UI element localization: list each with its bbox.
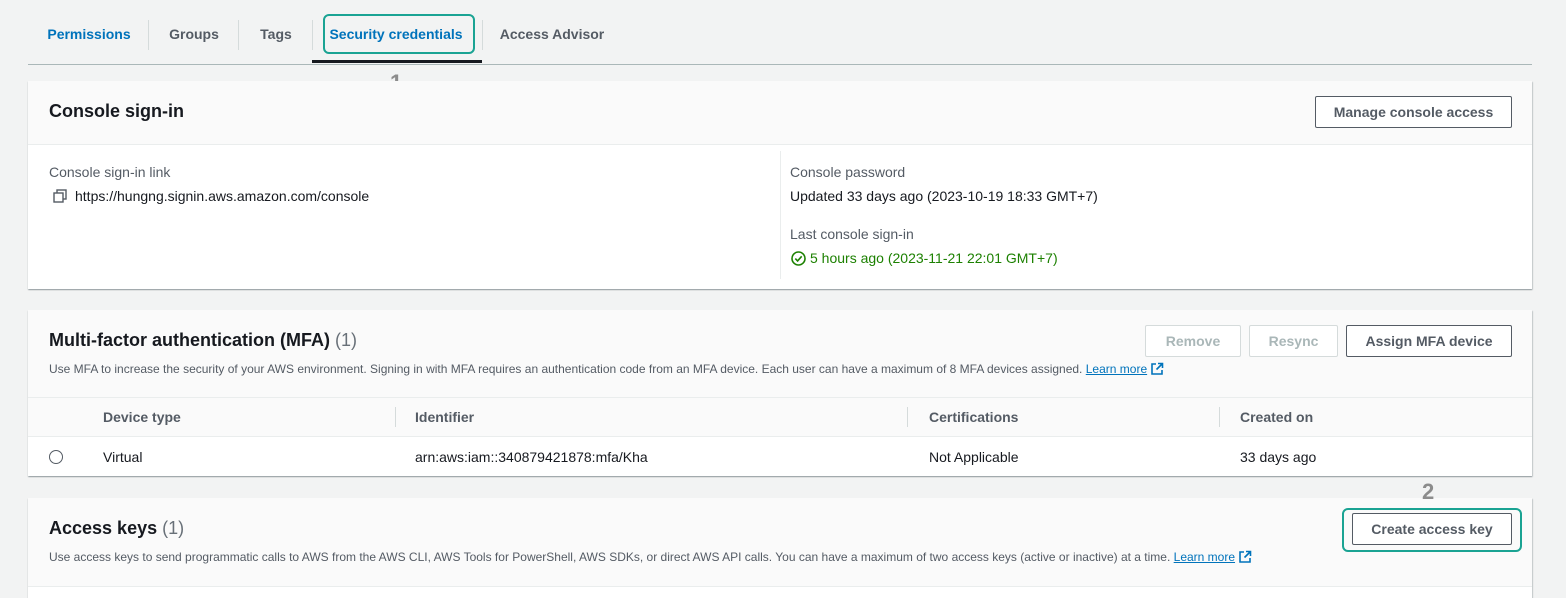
column-identifier[interactable]: Identifier xyxy=(415,409,474,425)
cell-created-on: 33 days ago xyxy=(1240,449,1317,465)
manage-console-access-button[interactable]: Manage console access xyxy=(1315,96,1512,128)
mfa-title-text: Multi-factor authentication (MFA) xyxy=(49,330,330,350)
mfa-panel: Multi-factor authentication (MFA) (1) Re… xyxy=(28,310,1532,476)
console-signin-header: Console sign-in Manage console access xyxy=(28,81,1532,145)
mfa-header: Multi-factor authentication (MFA) (1) Re… xyxy=(28,310,1532,398)
remove-button[interactable]: Remove xyxy=(1145,325,1241,357)
access-keys-header: Access keys (1) Create access key Use ac… xyxy=(28,498,1532,587)
last-signin-label: Last console sign-in xyxy=(790,226,914,242)
console-password-value: Updated 33 days ago (2023-10-19 18:33 GM… xyxy=(790,188,1098,204)
column-divider xyxy=(1219,407,1220,427)
mfa-learn-more-link[interactable]: Learn more xyxy=(1086,362,1147,376)
external-link-icon[interactable] xyxy=(1238,550,1252,567)
mfa-description: Use MFA to increase the security of your… xyxy=(49,362,1164,379)
highlight-security-credentials xyxy=(323,14,475,54)
row-select-radio[interactable] xyxy=(49,450,63,464)
access-keys-learn-more-link[interactable]: Learn more xyxy=(1174,550,1235,564)
mfa-table-header: Device type Identifier Certifications Cr… xyxy=(28,398,1532,437)
table-row[interactable]: Virtual arn:aws:iam::340879421878:mfa/Kh… xyxy=(28,437,1532,476)
tab-access-advisor[interactable]: Access Advisor xyxy=(492,14,612,54)
last-signin-value: 5 hours ago (2023-11-21 22:01 GMT+7) xyxy=(810,250,1058,266)
console-signin-panel: Console sign-in Manage console access Co… xyxy=(28,81,1532,289)
mfa-title: Multi-factor authentication (MFA) (1) xyxy=(49,330,357,351)
tab-divider xyxy=(312,20,313,50)
cell-identifier: arn:aws:iam::340879421878:mfa/Kha xyxy=(415,449,648,465)
active-tab-indicator xyxy=(312,60,482,63)
access-keys-count: (1) xyxy=(162,518,185,538)
cell-certifications: Not Applicable xyxy=(929,449,1019,465)
cell-device-type: Virtual xyxy=(103,449,143,465)
access-keys-description-text: Use access keys to send programmatic cal… xyxy=(49,550,1171,564)
column-divider xyxy=(780,151,781,279)
assign-mfa-device-button[interactable]: Assign MFA device xyxy=(1346,325,1512,357)
column-divider xyxy=(395,407,396,427)
tab-tags[interactable]: Tags xyxy=(250,14,302,54)
column-divider xyxy=(907,407,908,427)
console-signin-title: Console sign-in xyxy=(49,101,184,121)
access-keys-panel: Access keys (1) Create access key Use ac… xyxy=(28,498,1532,598)
signin-link-label: Console sign-in link xyxy=(49,164,171,180)
external-link-icon[interactable] xyxy=(1150,362,1164,379)
console-password-label: Console password xyxy=(790,164,906,180)
tab-divider xyxy=(238,20,239,50)
tab-groups[interactable]: Groups xyxy=(160,14,228,54)
tab-divider xyxy=(482,20,483,50)
column-device-type[interactable]: Device type xyxy=(103,409,181,425)
tab-permissions[interactable]: Permissions xyxy=(40,14,138,54)
resync-button[interactable]: Resync xyxy=(1249,325,1338,357)
copy-icon[interactable] xyxy=(53,189,67,208)
mfa-description-text: Use MFA to increase the security of your… xyxy=(49,362,1083,376)
access-keys-description: Use access keys to send programmatic cal… xyxy=(49,550,1252,567)
step-annotation-2: 2 xyxy=(1422,479,1435,504)
column-created-on[interactable]: Created on xyxy=(1240,409,1313,425)
access-keys-title-text: Access keys xyxy=(49,518,158,538)
mfa-count: (1) xyxy=(335,330,357,350)
success-check-icon xyxy=(791,251,806,271)
column-certifications[interactable]: Certifications xyxy=(929,409,1018,425)
highlight-create-access-key xyxy=(1342,508,1522,552)
signin-link-value: https://hungng.signin.aws.amazon.com/con… xyxy=(75,188,370,204)
tab-bar: Permissions Groups Tags Security credent… xyxy=(28,0,1532,65)
access-keys-title: Access keys (1) xyxy=(49,518,184,539)
tab-divider xyxy=(148,20,149,50)
